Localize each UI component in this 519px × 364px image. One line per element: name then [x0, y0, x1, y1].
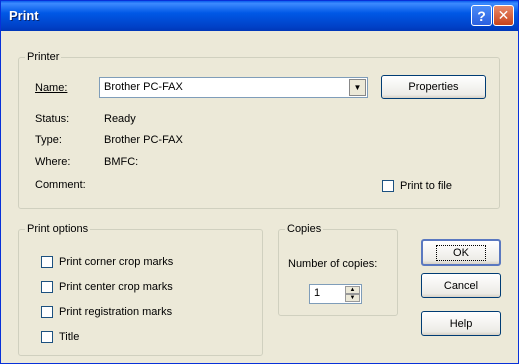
help-icon: ?: [477, 7, 486, 24]
center-crop-marks-box[interactable]: [41, 281, 53, 293]
ok-button-label: OK: [436, 244, 486, 261]
center-crop-marks-label: Print center crop marks: [59, 281, 173, 293]
registration-marks-box[interactable]: [41, 306, 53, 318]
print-to-file-checkbox[interactable]: Print to file: [382, 180, 452, 192]
corner-crop-marks-box[interactable]: [41, 256, 53, 268]
center-crop-marks-checkbox[interactable]: Print center crop marks: [41, 281, 173, 293]
ok-button[interactable]: OK: [421, 239, 501, 266]
where-label: Where:: [35, 156, 71, 168]
printer-name-select[interactable]: Brother PC-FAX ▼: [99, 77, 368, 98]
print-to-file-label: Print to file: [400, 180, 452, 192]
name-label: Name:: [35, 82, 68, 94]
registration-marks-label: Print registration marks: [59, 306, 173, 318]
copies-value[interactable]: 1: [314, 287, 320, 299]
close-button[interactable]: ✕: [493, 5, 514, 26]
status-value: Ready: [104, 113, 136, 125]
help-button-label: Help: [449, 317, 473, 330]
cancel-button[interactable]: Cancel: [421, 273, 501, 298]
type-value: Brother PC-FAX: [104, 134, 183, 146]
window-title: Print: [9, 8, 39, 23]
properties-button-label: Properties: [408, 81, 459, 93]
properties-button[interactable]: Properties: [381, 75, 486, 99]
spin-up-icon[interactable]: ▲: [345, 286, 360, 294]
close-icon: ✕: [497, 7, 510, 23]
cancel-button-label: Cancel: [443, 279, 479, 292]
print-options-group-label: Print options: [25, 223, 91, 235]
spin-down-icon[interactable]: ▼: [345, 294, 360, 302]
comment-label: Comment:: [35, 179, 86, 191]
where-value: BMFC:: [104, 156, 139, 168]
status-label: Status:: [35, 113, 70, 125]
help-title-button[interactable]: ?: [471, 5, 492, 26]
copies-group-label: Copies: [285, 223, 324, 235]
registration-marks-checkbox[interactable]: Print registration marks: [41, 306, 172, 318]
copies-spinner[interactable]: 1 ▲ ▼: [309, 284, 362, 304]
printer-group-label: Printer: [25, 51, 62, 63]
printer-name-value: Brother PC-FAX: [104, 81, 183, 93]
title-label: Title: [59, 331, 80, 343]
print-dialog: Print ? ✕ Printer Name: Brother PC-FAX ▼…: [0, 0, 519, 364]
help-button[interactable]: Help: [421, 311, 501, 336]
type-label: Type:: [35, 134, 62, 146]
corner-crop-marks-label: Print corner crop marks: [59, 256, 174, 268]
title-bar: Print ? ✕: [1, 1, 518, 31]
title-box[interactable]: [41, 331, 53, 343]
number-of-copies-label: Number of copies:: [288, 258, 378, 270]
print-to-file-box[interactable]: [382, 180, 394, 192]
title-checkbox[interactable]: Title: [41, 331, 79, 343]
corner-crop-marks-checkbox[interactable]: Print corner crop marks: [41, 256, 173, 268]
chevron-down-icon[interactable]: ▼: [349, 79, 366, 96]
